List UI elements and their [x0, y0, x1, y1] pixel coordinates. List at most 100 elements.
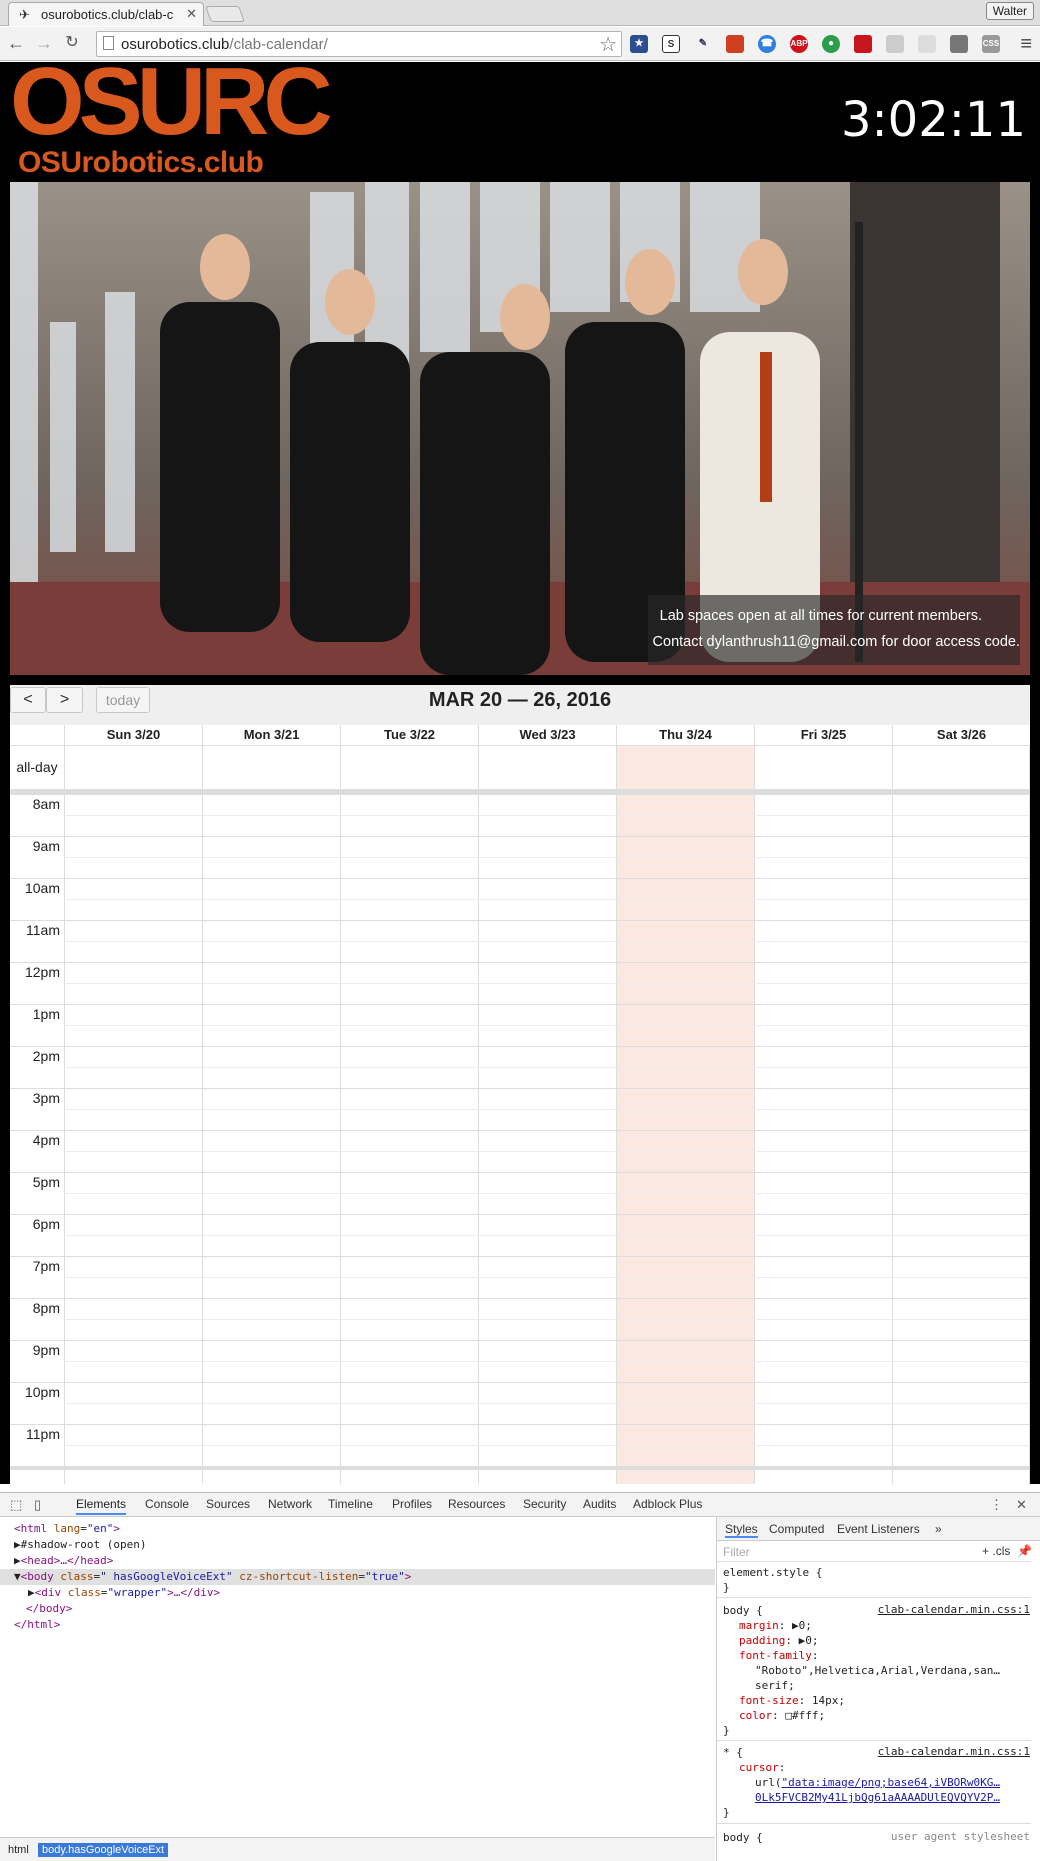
grid-line [340, 745, 341, 1484]
phone-extension-icon[interactable]: ☎ [758, 35, 776, 53]
dom-node-body-close[interactable]: </body> [0, 1601, 715, 1617]
evernote-extension-icon[interactable]: ● [822, 35, 840, 53]
adblock-plus-icon[interactable]: ABP [790, 35, 808, 53]
time-label: 9pm [32, 1342, 60, 1358]
new-tab-button[interactable] [205, 6, 245, 22]
photo-caption-box [648, 595, 1020, 665]
day-header: Thu 3/24 [616, 725, 754, 745]
grid-line [10, 962, 1030, 963]
rule-close: } [723, 1581, 730, 1594]
grid-line [10, 1340, 1030, 1341]
css-val-cursor[interactable]: url("data:image/png;base64,iVBORw0KG… [755, 1775, 1025, 1790]
tab-adblock-plus[interactable]: Adblock Plus [633, 1497, 702, 1511]
grid-line [892, 745, 893, 1484]
grid-half-line [64, 1151, 1030, 1152]
grid-line [478, 745, 479, 1484]
css-prop-font-size[interactable]: font-size: 14px; [739, 1693, 1040, 1708]
grid-half-line [64, 1235, 1030, 1236]
browser-tab[interactable]: ✈ osurobotics.club/clab-c ✕ [8, 2, 204, 26]
tab-timeline[interactable]: Timeline [328, 1497, 373, 1511]
book-extension-icon[interactable] [726, 35, 744, 53]
devtools-close-icon[interactable]: ✕ [1016, 1497, 1027, 1513]
tab-audits[interactable]: Audits [583, 1497, 616, 1511]
dom-node-body[interactable]: ▼<body class=" hasGoogleVoiceExt" cz-sho… [0, 1569, 715, 1585]
calendar-title: MAR 20 — 26, 2016 [428, 689, 612, 711]
element-style-rule[interactable]: element.style { [723, 1565, 1033, 1580]
bookmark-star-icon[interactable]: ☆ [599, 32, 617, 57]
layout-extension-icon[interactable] [950, 35, 968, 53]
folder-extension-icon[interactable] [918, 35, 936, 53]
grid-extension-icon[interactable] [886, 35, 904, 53]
tab-security[interactable]: Security [523, 1497, 566, 1511]
css-prop-padding[interactable]: padding: ▶0; [739, 1633, 1040, 1648]
grid-line [10, 920, 1030, 921]
grid-line [10, 1046, 1030, 1047]
sidebar-tabs: Styles Computed Event Listeners » [717, 1517, 1040, 1541]
s-extension-icon[interactable]: S [662, 35, 680, 53]
grid-line [202, 745, 203, 1484]
grid-half-line [64, 857, 1030, 858]
devtools-menu-icon[interactable]: ⋮ [990, 1497, 1003, 1513]
css-extension-icon[interactable]: CSS [982, 35, 1000, 53]
photo-caption-line-1: Lab spaces open at all times for current… [659, 608, 982, 624]
styles-filter-tools[interactable]: + .cls 📌 [982, 1544, 1032, 1558]
tab-sources[interactable]: Sources [206, 1497, 250, 1511]
devtools-toolbar: ⬚ ▯ Elements Console Sources Network Tim… [0, 1493, 1040, 1517]
tab-profiles[interactable]: Profiles [392, 1497, 432, 1511]
time-label: 8pm [32, 1300, 60, 1316]
tab-console[interactable]: Console [145, 1497, 189, 1511]
breadcrumb-html[interactable]: html [4, 1843, 33, 1857]
tab-elements[interactable]: Elements [76, 1497, 127, 1515]
css-prop-font-family[interactable]: font-family: [739, 1648, 1040, 1663]
grid-half-line [64, 983, 1030, 984]
dom-node-head[interactable]: ▶<head>…</head> [0, 1553, 715, 1569]
grid-line [10, 1298, 1030, 1299]
dom-node-shadow-root[interactable]: ▶#shadow-root (open) [0, 1537, 715, 1553]
time-label: 9am [32, 838, 60, 854]
breadcrumb-body[interactable]: body.hasGoogleVoiceExt [38, 1843, 169, 1857]
css-prop-margin[interactable]: margin: ▶0; [739, 1618, 1040, 1633]
body-rule-source-link[interactable]: clab-calendar.min.css:1 [878, 1603, 1030, 1616]
time-label: 10am [24, 880, 60, 896]
tab-styles[interactable]: Styles [725, 1522, 758, 1538]
separator [717, 1823, 1031, 1824]
styles-filter-input[interactable]: Filter [723, 1545, 750, 1559]
record-extension-icon[interactable] [854, 35, 872, 53]
tab-resources[interactable]: Resources [448, 1497, 505, 1511]
css-prop-color[interactable]: color: □#fff; [739, 1708, 1040, 1723]
tab-close-icon[interactable]: ✕ [186, 6, 197, 22]
dom-node-html-close[interactable]: </html> [0, 1617, 715, 1633]
time-label: 7pm [32, 1258, 60, 1274]
tab-strip: ✈ osurobotics.club/clab-c ✕ Walter [0, 0, 1040, 26]
css-val-cursor-cont[interactable]: 0Lk5FVCB2My41LjbQg61aAAAADUlEQVQYV2P… [755, 1790, 1025, 1805]
rule-close: } [723, 1724, 730, 1737]
device-mode-icon[interactable]: ▯ [34, 1497, 41, 1513]
tab-event-listeners[interactable]: Event Listeners [837, 1522, 920, 1536]
time-label: 5pm [32, 1174, 60, 1190]
grid-line [10, 1088, 1030, 1089]
inspect-element-icon[interactable]: ⬚ [10, 1497, 22, 1513]
star-rule-source-link[interactable]: clab-calendar.min.css:1 [878, 1745, 1030, 1758]
grid-line [10, 1004, 1030, 1005]
eyedropper-extension-icon[interactable]: ✎ [694, 35, 712, 53]
photo-caption-line-2: Contact dylanthrush11@gmail.com for door… [652, 634, 1020, 650]
chrome-menu-icon[interactable]: ≡ [1020, 33, 1032, 56]
tab-computed[interactable]: Computed [769, 1522, 824, 1536]
css-prop-cursor[interactable]: cursor: [739, 1760, 1040, 1775]
today-column-highlight [616, 745, 754, 1484]
grid-line [10, 1172, 1030, 1173]
time-label: 6pm [32, 1216, 60, 1232]
tab-network[interactable]: Network [268, 1497, 312, 1511]
dom-node-html[interactable]: <html lang="en"> [0, 1521, 715, 1537]
dom-node-div-wrapper[interactable]: ▶<div class="wrapper">…</div> [0, 1585, 715, 1601]
grid-line [10, 1130, 1030, 1131]
separator [717, 1740, 1031, 1741]
grid-half-line [64, 815, 1030, 816]
grid-line [10, 1382, 1030, 1383]
sidebar-more-icon[interactable]: » [935, 1522, 942, 1536]
osurc-logo[interactable]: OSURC OSUrobotics.club [10, 54, 333, 180]
star-extension-icon[interactable]: ★ [630, 35, 648, 53]
user-profile-button[interactable]: Walter [985, 2, 1034, 20]
pin-icon[interactable]: 📌 [1017, 1544, 1032, 1558]
css-val-font-family: "Roboto",Helvetica,Arial,Verdana,san… [755, 1664, 1001, 1677]
